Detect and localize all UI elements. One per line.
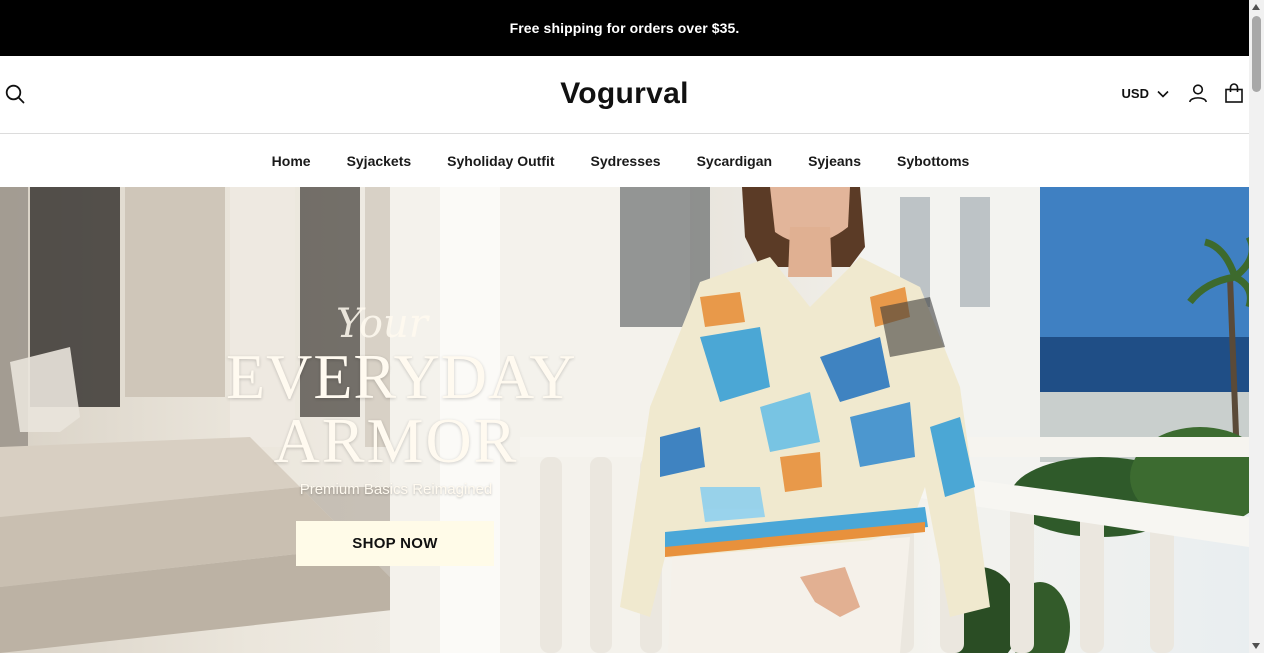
nav-item-syjackets[interactable]: Syjackets [347, 153, 412, 169]
announcement-text: Free shipping for orders over $35. [509, 20, 740, 36]
header-actions: USD [1122, 82, 1245, 104]
storefront-page: Free shipping for orders over $35. Vogur… [0, 0, 1249, 653]
page-scrollbar[interactable] [1249, 0, 1264, 653]
nav-item-home[interactable]: Home [272, 153, 311, 169]
nav-item-sycardigan[interactable]: Sycardigan [697, 153, 772, 169]
hero-subtitle: Premium Basics Reimagined [299, 481, 493, 498]
scroll-up-arrow-icon[interactable] [1252, 4, 1260, 10]
hero-banner: Your EVERYDAY ARMOR Premium Basics Reima… [0, 187, 1249, 653]
account-icon[interactable] [1187, 82, 1209, 104]
nav-item-sybottoms[interactable]: Sybottoms [897, 153, 969, 169]
announcement-bar: Free shipping for orders over $35. [0, 0, 1249, 56]
nav-item-sydresses[interactable]: Sydresses [591, 153, 661, 169]
hero-headline-line2: ARMOR [273, 405, 519, 476]
scroll-down-arrow-icon[interactable] [1252, 643, 1260, 649]
currency-selector[interactable]: USD [1122, 86, 1169, 101]
scrollbar-thumb[interactable] [1252, 16, 1261, 92]
nav-item-syjeans[interactable]: Syjeans [808, 153, 861, 169]
shop-now-button[interactable]: SHOP NOW [296, 521, 494, 566]
site-logo[interactable]: Vogurval [0, 77, 1249, 111]
main-navigation: Home Syjackets Syholiday Outfit Sydresse… [0, 134, 1249, 187]
hero-image [0, 187, 1249, 653]
chevron-down-icon [1157, 86, 1169, 101]
currency-label: USD [1121, 85, 1149, 101]
cart-icon[interactable] [1223, 82, 1245, 104]
site-header: Vogurval USD [0, 56, 1249, 134]
nav-item-syholiday-outfit[interactable]: Syholiday Outfit [447, 153, 554, 169]
hero-headline-line1: EVERYDAY [226, 341, 577, 412]
